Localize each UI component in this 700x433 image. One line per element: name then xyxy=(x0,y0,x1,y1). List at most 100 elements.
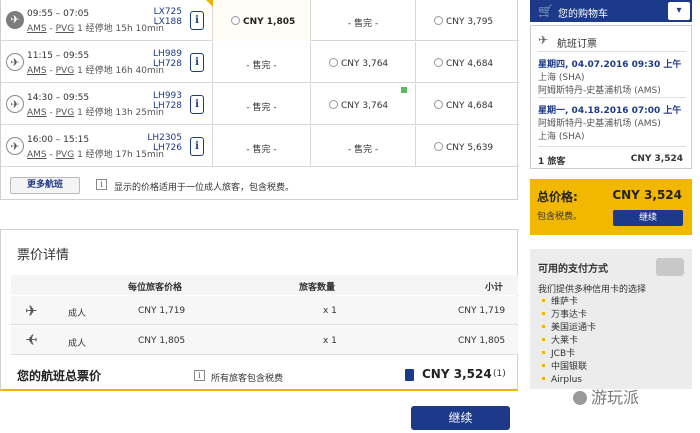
flight-details-button[interactable]: i xyxy=(190,137,204,156)
sidebar-continue-button[interactable]: 继续 xyxy=(613,210,683,226)
flight-route: AMS - PVG 1 经停地 17h 15min xyxy=(27,150,164,160)
fare-row: ✈ 成人 CNY 1,805 x 1 CNY 1,805 xyxy=(11,326,518,355)
payment-method-item: 美国运通卡 xyxy=(542,322,596,335)
flight-numbers[interactable]: LH989 LH728 xyxy=(153,49,182,69)
flight-route: AMS - PVG 1 经停地 15h 10min xyxy=(27,24,164,34)
trip-summary: ✈ 航班订票 星期四, 04.07.2016 09:30 上午 上海 (SHA)… xyxy=(530,25,692,169)
fare-cell: CNY 3,764 xyxy=(311,84,416,125)
tax-included-note: 包含税费。 xyxy=(537,212,583,222)
flight-route: AMS - PVG 1 经停地 13h 25min xyxy=(27,108,164,118)
fare-radio[interactable] xyxy=(434,58,443,67)
payment-methods-panel: 可用的支付方式 我们提供多种信用卡的选择 维萨卡 万事达卡 美国运通卡 大莱卡 JCB卡… xyxy=(530,249,692,389)
pax-count: x 1 xyxy=(323,336,337,346)
divider xyxy=(538,97,686,98)
fare-option[interactable]: CNY 4,684 xyxy=(434,100,493,111)
flight-times: 09:55 – 07:05 xyxy=(27,9,90,19)
fare-cell: - 售完 - xyxy=(213,126,311,167)
fare-radio[interactable] xyxy=(231,16,240,25)
fare-radio[interactable] xyxy=(434,16,443,25)
fare-option[interactable]: CNY 4,684 xyxy=(434,58,493,69)
flight-times: 14:30 – 09:55 xyxy=(27,93,90,103)
fare-cell: - 售完 - xyxy=(213,84,311,125)
fare-radio[interactable] xyxy=(434,142,443,151)
fare-option[interactable]: CNY 5,639 xyxy=(434,142,493,153)
price-note: 显示的价格适用于一位成人旅客，包含税费。 xyxy=(114,183,295,193)
outbound-date: 星期四, 04.07.2016 09:30 上午 xyxy=(538,60,682,70)
flight-numbers[interactable]: LH2305 LH726 xyxy=(147,133,182,153)
plane-icon: ✈ xyxy=(538,33,549,47)
payment-subtitle: 我们提供多种信用卡的选择 xyxy=(538,285,647,295)
availability-indicator xyxy=(401,87,407,93)
pax-type: 成人 xyxy=(68,309,87,319)
continue-button[interactable]: 继续 xyxy=(411,406,510,430)
card-icon xyxy=(405,369,414,381)
total-price-value: CNY 3,524 xyxy=(612,188,682,202)
payment-method-item: JCB卡 xyxy=(542,348,596,361)
pax-count: x 1 xyxy=(323,306,337,316)
chevron-down-icon[interactable]: ▾ xyxy=(668,2,690,20)
fare-option[interactable]: CNY 3,764 xyxy=(329,100,388,111)
fare-cell: CNY 3,764 xyxy=(311,42,416,83)
flight-numbers[interactable]: LX725 LX188 xyxy=(154,7,182,27)
fare-radio[interactable] xyxy=(434,100,443,109)
flight-info: ✈ 16:00 – 15:15 AMS - PVG 1 经停地 17h 15mi… xyxy=(1,126,213,167)
flight-route: AMS - PVG 1 经停地 16h 40min xyxy=(27,66,164,76)
more-flights-button[interactable]: 更多航班 xyxy=(10,177,80,194)
flight-info: ✈ 11:15 – 09:55 AMS - PVG 1 经停地 16h 40mi… xyxy=(1,42,213,83)
sold-out-label: - 售完 - xyxy=(246,103,277,113)
cart-title: 您的购物车 xyxy=(558,9,608,20)
flight-info: ✈ 09:55 – 07:05 AMS - PVG 1 经停地 15h 10mi… xyxy=(1,0,220,41)
flight-row: ✈ 14:30 – 09:55 AMS - PVG 1 经停地 13h 25mi… xyxy=(1,84,519,125)
lufthansa-crane-icon: ✈ xyxy=(6,137,24,155)
pax-count-label: 1 旅客 xyxy=(538,157,566,167)
bullet-icon xyxy=(542,377,545,380)
payment-method-item: 中国银联 xyxy=(542,361,596,374)
payment-method-list: 维萨卡 万事达卡 美国运通卡 大莱卡 JCB卡 中国银联 Airplus xyxy=(542,296,596,387)
flight-times: 11:15 – 09:55 xyxy=(27,51,90,61)
trip-title: 航班订票 xyxy=(557,39,597,50)
inbound-from: 阿姆斯特丹-史基浦机场 (AMS) xyxy=(538,119,661,129)
fare-radio[interactable] xyxy=(329,100,338,109)
arrival-plane-icon: ✈ xyxy=(25,331,38,349)
fare-details-title: 票价详情 xyxy=(17,248,70,263)
cart-icon: 🛒 xyxy=(538,4,553,18)
fare-cell: CNY 3,795 xyxy=(416,0,519,41)
sold-out-label: - 售完 - xyxy=(347,19,379,29)
fare-option[interactable]: CNY 3,795 xyxy=(434,16,493,27)
payment-method-item: 大莱卡 xyxy=(542,335,596,348)
divider xyxy=(538,146,686,147)
fare-cell: - 售完 - xyxy=(213,42,311,83)
fare-header-row xyxy=(11,275,518,295)
sold-out-label: - 售完 - xyxy=(246,145,277,155)
lufthansa-crane-icon: ✈ xyxy=(6,53,24,71)
fare-cell: CNY 5,639 xyxy=(416,126,519,167)
footnote-marker: (1) xyxy=(493,369,506,379)
bullet-icon xyxy=(542,338,545,341)
flight-times: 16:00 – 15:15 xyxy=(27,135,90,145)
info-icon[interactable]: i xyxy=(194,370,205,381)
fare-option[interactable]: CNY 1,805 xyxy=(231,16,295,27)
flight-details-button[interactable]: i xyxy=(190,11,204,30)
flight-row: ✈ 09:55 – 07:05 AMS - PVG 1 经停地 15h 10mi… xyxy=(1,0,519,41)
info-icon: i xyxy=(96,179,107,190)
bullet-icon xyxy=(542,312,545,315)
inbound-date: 星期一, 04.18.2016 07:00 上午 xyxy=(538,106,682,116)
flight-details-button[interactable]: i xyxy=(190,95,204,114)
bullet-icon xyxy=(542,299,545,302)
fare-radio[interactable] xyxy=(329,58,338,67)
inbound-to: 上海 (SHA) xyxy=(538,132,585,142)
fare-cell: CNY 4,684 xyxy=(416,42,519,83)
flight-details-button[interactable]: i xyxy=(190,53,204,72)
fare-row: ✈ 成人 CNY 1,719 x 1 CNY 1,719 xyxy=(11,296,518,325)
outbound-from: 上海 (SHA) xyxy=(538,73,585,83)
flight-info: ✈ 14:30 – 09:55 AMS - PVG 1 经停地 13h 25mi… xyxy=(1,84,213,125)
fare-cell: - 售完 - xyxy=(311,126,416,167)
bullet-icon xyxy=(542,325,545,328)
fare-option[interactable]: CNY 3,764 xyxy=(329,58,388,69)
payment-method-item: 万事达卡 xyxy=(542,309,596,322)
total-price-box: 总价格: CNY 3,524 包含税费。 继续 xyxy=(530,179,692,235)
cart-header: 🛒 您的购物车 ▾ xyxy=(530,0,692,22)
departure-plane-icon: ✈ xyxy=(25,302,38,320)
flight-numbers[interactable]: LH993 LH728 xyxy=(153,91,182,111)
subtotal: CNY 1,805 xyxy=(458,336,506,346)
